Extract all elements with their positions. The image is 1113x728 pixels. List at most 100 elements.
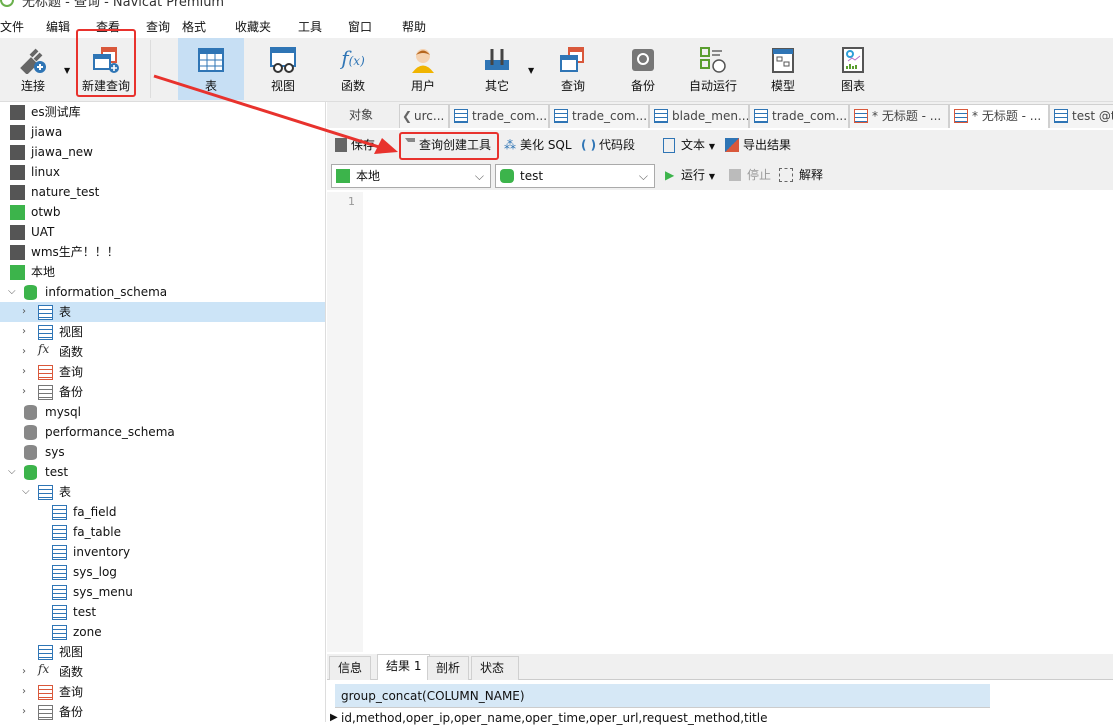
table-button[interactable]: 表 bbox=[178, 38, 244, 100]
chevron-down-icon[interactable]: ⌵ bbox=[8, 462, 18, 482]
backup-icon bbox=[38, 705, 53, 720]
tree-item[interactable]: nature_test bbox=[0, 182, 325, 202]
tree-item[interactable]: › 备份 bbox=[0, 382, 325, 402]
tree-item[interactable]: es测试库 bbox=[0, 102, 325, 122]
menu-window[interactable]: 窗口 bbox=[348, 18, 372, 35]
table-label: 表 bbox=[204, 79, 217, 93]
tree-item[interactable]: › fx 函数 bbox=[0, 662, 325, 682]
chevron-right-icon[interactable]: › bbox=[22, 342, 32, 362]
tree-item[interactable]: › 查询 bbox=[0, 682, 325, 702]
chevron-down-icon[interactable]: ⌵ bbox=[8, 282, 18, 302]
tree-item[interactable]: fa_field bbox=[0, 502, 325, 522]
query-button[interactable]: 查询 bbox=[540, 38, 606, 100]
other-label: 其它 bbox=[484, 79, 509, 93]
tree-item[interactable]: inventory bbox=[0, 542, 325, 562]
chart-button[interactable]: 图表 bbox=[820, 38, 886, 100]
tree-item[interactable]: › 备份 bbox=[0, 702, 325, 722]
explain-button[interactable]: 解释 bbox=[779, 164, 823, 186]
tree-item[interactable]: › fx 函数 bbox=[0, 342, 325, 362]
tree-item[interactable]: jiawa bbox=[0, 122, 325, 142]
tab-label: test @t bbox=[1072, 109, 1113, 123]
table-cell[interactable]: id,method,oper_ip,oper_name,oper_time,op… bbox=[341, 711, 767, 725]
text-button[interactable]: 文本 ▼ bbox=[661, 134, 715, 156]
connection-button[interactable]: 连接 bbox=[0, 38, 66, 100]
stop-button[interactable]: 停止 bbox=[729, 164, 771, 186]
result-tab-profile[interactable]: 剖析 bbox=[427, 656, 470, 680]
chevron-right-icon[interactable]: › bbox=[22, 362, 32, 382]
tab-item[interactable]: trade_com... bbox=[549, 104, 649, 128]
save-button[interactable]: 保存 bbox=[333, 134, 375, 156]
tree-item[interactable]: UAT bbox=[0, 222, 325, 242]
tree-item[interactable]: zone bbox=[0, 622, 325, 642]
menu-edit[interactable]: 编辑 bbox=[46, 18, 70, 35]
database-select[interactable]: test ⌵ bbox=[495, 164, 655, 188]
model-button[interactable]: 模型 bbox=[750, 38, 816, 100]
run-button[interactable]: ▶ 运行 ▼ bbox=[663, 164, 715, 186]
result-tab-result1[interactable]: 结果 1 bbox=[377, 654, 431, 680]
result-tab-status[interactable]: 状态 bbox=[471, 656, 519, 680]
tab-item[interactable]: test @t bbox=[1049, 104, 1113, 128]
connection-select[interactable]: 本地 ⌵ bbox=[331, 164, 491, 188]
tree-item[interactable]: performance_schema bbox=[0, 422, 325, 442]
table-icon bbox=[52, 525, 67, 540]
tree-item[interactable]: ⌵ information_schema bbox=[0, 282, 325, 302]
tree-item[interactable]: fa_table bbox=[0, 522, 325, 542]
user-button[interactable]: 用户 bbox=[390, 38, 456, 100]
tree-item[interactable]: ⌵ test bbox=[0, 462, 325, 482]
view-button[interactable]: 视图 bbox=[250, 38, 316, 100]
tab-item[interactable]: trade_com... bbox=[749, 104, 849, 128]
menu-query[interactable]: 查询 bbox=[146, 18, 170, 35]
tree-item[interactable]: ⌵ 表 bbox=[0, 482, 325, 502]
tree-item[interactable]: › 视图 bbox=[0, 322, 325, 342]
connection-label: 连接 bbox=[20, 79, 45, 93]
sql-editor[interactable]: 1 bbox=[327, 192, 1113, 652]
chevron-right-icon[interactable]: › bbox=[22, 382, 32, 402]
tree-item[interactable]: › 表 bbox=[0, 302, 325, 322]
menu-file[interactable]: 文件 bbox=[0, 18, 24, 35]
chevron-right-icon[interactable]: › bbox=[22, 302, 32, 322]
tree-item[interactable]: jiawa_new bbox=[0, 142, 325, 162]
beautify-sql-button[interactable]: ⁂ 美化 SQL bbox=[502, 134, 572, 156]
tab-item[interactable]: ❮ urc... bbox=[399, 104, 449, 128]
tab-item[interactable]: blade_men... bbox=[649, 104, 749, 128]
column-header[interactable]: group_concat(COLUMN_NAME) bbox=[335, 684, 990, 708]
tab-objects[interactable]: 对象 bbox=[327, 104, 399, 128]
tree-item[interactable]: sys bbox=[0, 442, 325, 462]
export-result-button[interactable]: 导出结果 bbox=[725, 134, 791, 156]
tree-item[interactable]: mysql bbox=[0, 402, 325, 422]
tree-item[interactable]: 本地 bbox=[0, 262, 325, 282]
chevron-right-icon[interactable]: › bbox=[22, 322, 32, 342]
table-row[interactable]: ▶ id,method,oper_ip,oper_name,oper_time,o… bbox=[327, 708, 990, 728]
code-snippet-button[interactable]: ( ) 代码段 bbox=[581, 134, 635, 156]
chevron-down-icon[interactable]: ⌵ bbox=[22, 482, 32, 502]
tree-item[interactable]: wms生产！！！ bbox=[0, 242, 325, 262]
result-tab-info[interactable]: 信息 bbox=[329, 656, 372, 680]
menu-favorites[interactable]: 收藏夹 bbox=[235, 18, 271, 35]
tree-item[interactable]: test bbox=[0, 602, 325, 622]
chevron-right-icon[interactable]: › bbox=[22, 702, 32, 722]
tree-item[interactable]: sys_log bbox=[0, 562, 325, 582]
tree-item-label: es测试库 bbox=[31, 105, 81, 119]
func-icon: fx bbox=[38, 662, 50, 676]
tab-item-current[interactable]: * 无标题 - ... bbox=[949, 104, 1049, 128]
table-icon bbox=[1054, 109, 1068, 123]
tree-item[interactable]: linux bbox=[0, 162, 325, 182]
auto-run-button[interactable]: 自动运行 bbox=[680, 38, 746, 100]
function-button[interactable]: f(x) 函数 bbox=[320, 38, 386, 100]
menu-format[interactable]: 格式 bbox=[182, 18, 206, 35]
chevron-right-icon[interactable]: › bbox=[22, 682, 32, 702]
tree-item[interactable]: sys_menu bbox=[0, 582, 325, 602]
menu-tools[interactable]: 工具 bbox=[298, 18, 322, 35]
chevron-right-icon[interactable]: › bbox=[22, 662, 32, 682]
line-numbers: 1 bbox=[327, 192, 363, 652]
menu-help[interactable]: 帮助 bbox=[402, 18, 426, 35]
other-button[interactable]: 其它 bbox=[464, 38, 530, 100]
tree-item[interactable]: 视图 bbox=[0, 642, 325, 662]
db-icon bbox=[24, 445, 37, 460]
backup-button[interactable]: 备份 bbox=[610, 38, 676, 100]
main-toolbar: 连接 ▼ 新建查询 表 视图 f(x) 函数 用户 其它 ▼ 查询 备份 自动运行… bbox=[0, 29, 1113, 102]
tab-item[interactable]: trade_com... bbox=[449, 104, 549, 128]
tree-item[interactable]: otwb bbox=[0, 202, 325, 222]
tab-item[interactable]: * 无标题 - ... bbox=[849, 104, 949, 128]
tree-item[interactable]: › 查询 bbox=[0, 362, 325, 382]
